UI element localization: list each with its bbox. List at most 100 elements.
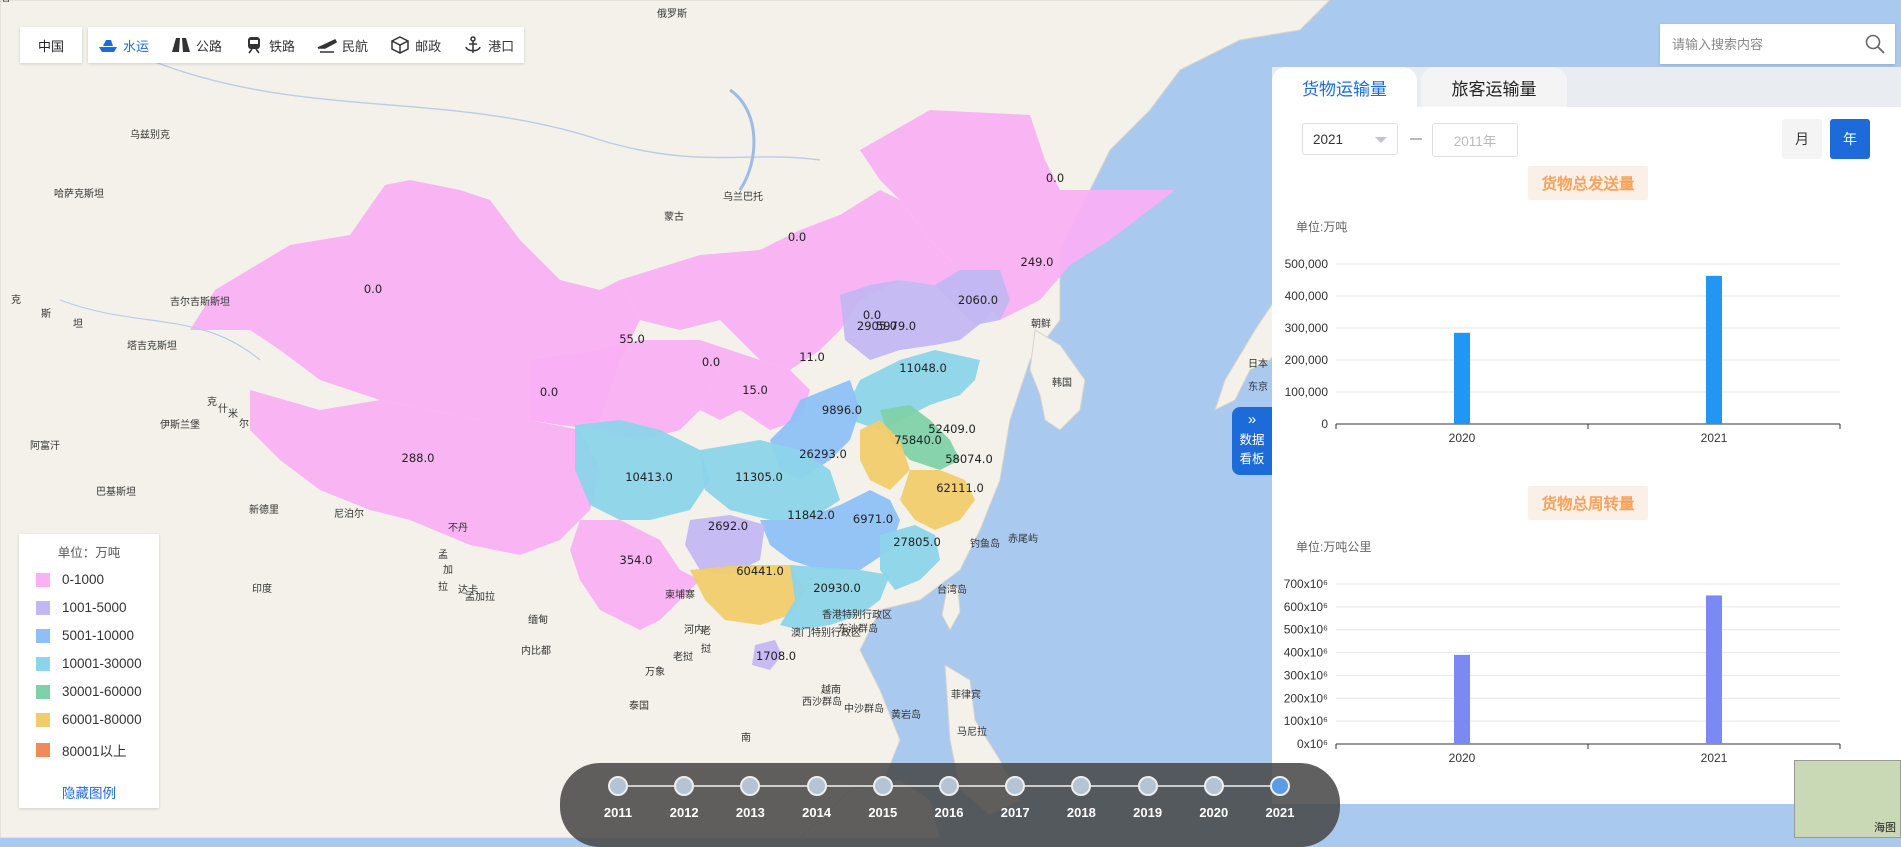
legend-label: 1001-5000 [62, 600, 127, 615]
timeline-node-2013[interactable] [740, 776, 761, 796]
region-label: 中国 [37, 38, 64, 54]
timeline-node-2021[interactable] [1270, 776, 1290, 796]
legend-label: 80001以上 [62, 744, 127, 759]
x-tick-label: 2020 [1449, 751, 1476, 765]
period-month-button[interactable]: 月 [1782, 119, 1822, 159]
timeline-year-label[interactable]: 2019 [1118, 805, 1178, 820]
timeline-node-2017[interactable] [1005, 776, 1026, 796]
end-year-placeholder: 2011年 [1453, 134, 1497, 149]
search-input[interactable] [1660, 35, 1864, 53]
end-year-select[interactable]: 2011年 [1432, 123, 1518, 157]
province-value: 2692.0 [708, 519, 748, 533]
place-label: 朝鲜 [1031, 317, 1051, 330]
timeline-dot [939, 776, 959, 796]
province-value: 0.0 [788, 230, 806, 244]
place-label: 蒙古 [664, 210, 684, 223]
train-icon [248, 37, 261, 54]
timeline-year-label[interactable]: 2013 [720, 805, 780, 820]
double-chevron-right-icon: » [1247, 411, 1257, 428]
search-box [1660, 24, 1895, 64]
place-label: 中沙群岛 [844, 702, 884, 715]
place-label: 台湾岛 [937, 583, 967, 596]
dashboard-toggle-button[interactable]: » 数据 看板 [1232, 407, 1272, 475]
timeline-dot [1071, 776, 1092, 796]
mode-postal[interactable]: 邮政 [390, 36, 441, 55]
place-label: 俄罗斯 [657, 7, 687, 20]
plane-icon [317, 38, 338, 53]
place-label: 万象 [645, 666, 665, 678]
place-label: 克 [207, 396, 217, 408]
hide-legend-link[interactable]: 隐藏图例 [19, 782, 159, 802]
search-icon[interactable] [1865, 34, 1885, 54]
timeline-node-2012[interactable] [674, 776, 695, 796]
overview-minimap[interactable]: 海图 [1794, 760, 1901, 838]
legend-item: 30001-60000 [36, 684, 142, 699]
place-label: 新德里 [249, 503, 279, 516]
toggle-label-line2: 看板 [1239, 452, 1265, 466]
timeline-year-label[interactable]: 2011 [588, 805, 648, 820]
timeline-dot [740, 776, 761, 796]
start-year-select[interactable]: 2021 [1302, 123, 1398, 155]
place-label: 日本 [1248, 357, 1268, 370]
road-icon [172, 38, 191, 52]
place-label: 尼泊尔 [334, 507, 364, 520]
mode-road[interactable]: 公路 [171, 36, 222, 55]
y-tick-label: 0 [1321, 417, 1328, 431]
period-year-button[interactable]: 年 [1830, 119, 1870, 159]
timeline-year-label[interactable]: 2018 [1051, 805, 1111, 820]
y-tick-label: 700x10⁶ [1284, 577, 1328, 591]
timeline-node-2020[interactable] [1203, 776, 1224, 796]
bar[interactable] [1706, 595, 1722, 744]
mode-water[interactable]: 水运 [98, 36, 149, 55]
mode-port[interactable]: 港口 [463, 36, 514, 55]
package-icon [391, 36, 409, 54]
place-label: 吉尔吉斯斯坦 [170, 295, 230, 308]
timeline-year-label[interactable]: 2021 [1250, 805, 1310, 820]
province-value: 11842.0 [787, 508, 835, 522]
top-navigation: 中国 水运 公路 铁路 民航 邮政 港口 [20, 27, 525, 63]
timeline-year-label[interactable]: 2014 [787, 805, 847, 820]
timeline-dot [1005, 776, 1026, 796]
legend-swatch [36, 600, 50, 615]
mode-label: 港口 [488, 38, 515, 54]
timeline-year-label[interactable]: 2017 [985, 805, 1045, 820]
region-selector[interactable]: 中国 [20, 27, 82, 63]
timeline-node-2014[interactable] [806, 776, 827, 796]
timeline-year-label[interactable]: 2016 [919, 805, 979, 820]
province-value: 27805.0 [893, 535, 941, 549]
province-value: 15.0 [742, 383, 768, 397]
bar[interactable] [1454, 332, 1470, 424]
province-value: 288.0 [402, 451, 435, 465]
x-tick-label: 2021 [1701, 751, 1728, 765]
mode-rail[interactable]: 铁路 [244, 36, 295, 55]
timeline-node-2015[interactable] [872, 776, 893, 796]
tab-freight-volume[interactable]: 货物运输量 [1272, 67, 1417, 107]
tab-passenger-volume[interactable]: 旅客运输量 [1421, 67, 1567, 107]
bar[interactable] [1706, 275, 1722, 424]
place-label: 泰国 [629, 699, 649, 712]
place-label: 孟 [438, 549, 448, 561]
bar[interactable] [1454, 654, 1470, 744]
legend-unit: 单位：万吨 [57, 546, 121, 560]
mode-label: 公路 [196, 38, 223, 54]
province-value: 249.0 [1021, 255, 1054, 269]
province-value: 0.0 [1046, 171, 1064, 185]
place-label: 香港特别行政区 [822, 608, 892, 621]
timeline-node-2011[interactable] [608, 776, 628, 796]
timeline-year-label[interactable]: 2015 [853, 805, 913, 820]
timeline-node-2019[interactable] [1137, 776, 1158, 796]
timeline-year-label[interactable]: 2020 [1184, 805, 1244, 820]
place-label: 不丹 [448, 522, 468, 534]
y-tick-label: 100x10⁶ [1284, 714, 1328, 728]
province-value: 60441.0 [736, 564, 784, 578]
mode-aviation[interactable]: 民航 [317, 36, 368, 55]
timeline-node-2016[interactable] [939, 776, 959, 796]
place-label: 米 [228, 407, 238, 420]
place-label: 什 [218, 403, 228, 415]
legend-label: 10001-30000 [62, 656, 142, 671]
mode-label: 邮政 [415, 38, 442, 54]
timeline-year-label[interactable]: 2012 [654, 805, 714, 820]
ship-icon [99, 40, 117, 52]
province-value: 26293.0 [799, 447, 847, 461]
timeline-node-2018[interactable] [1071, 776, 1092, 796]
